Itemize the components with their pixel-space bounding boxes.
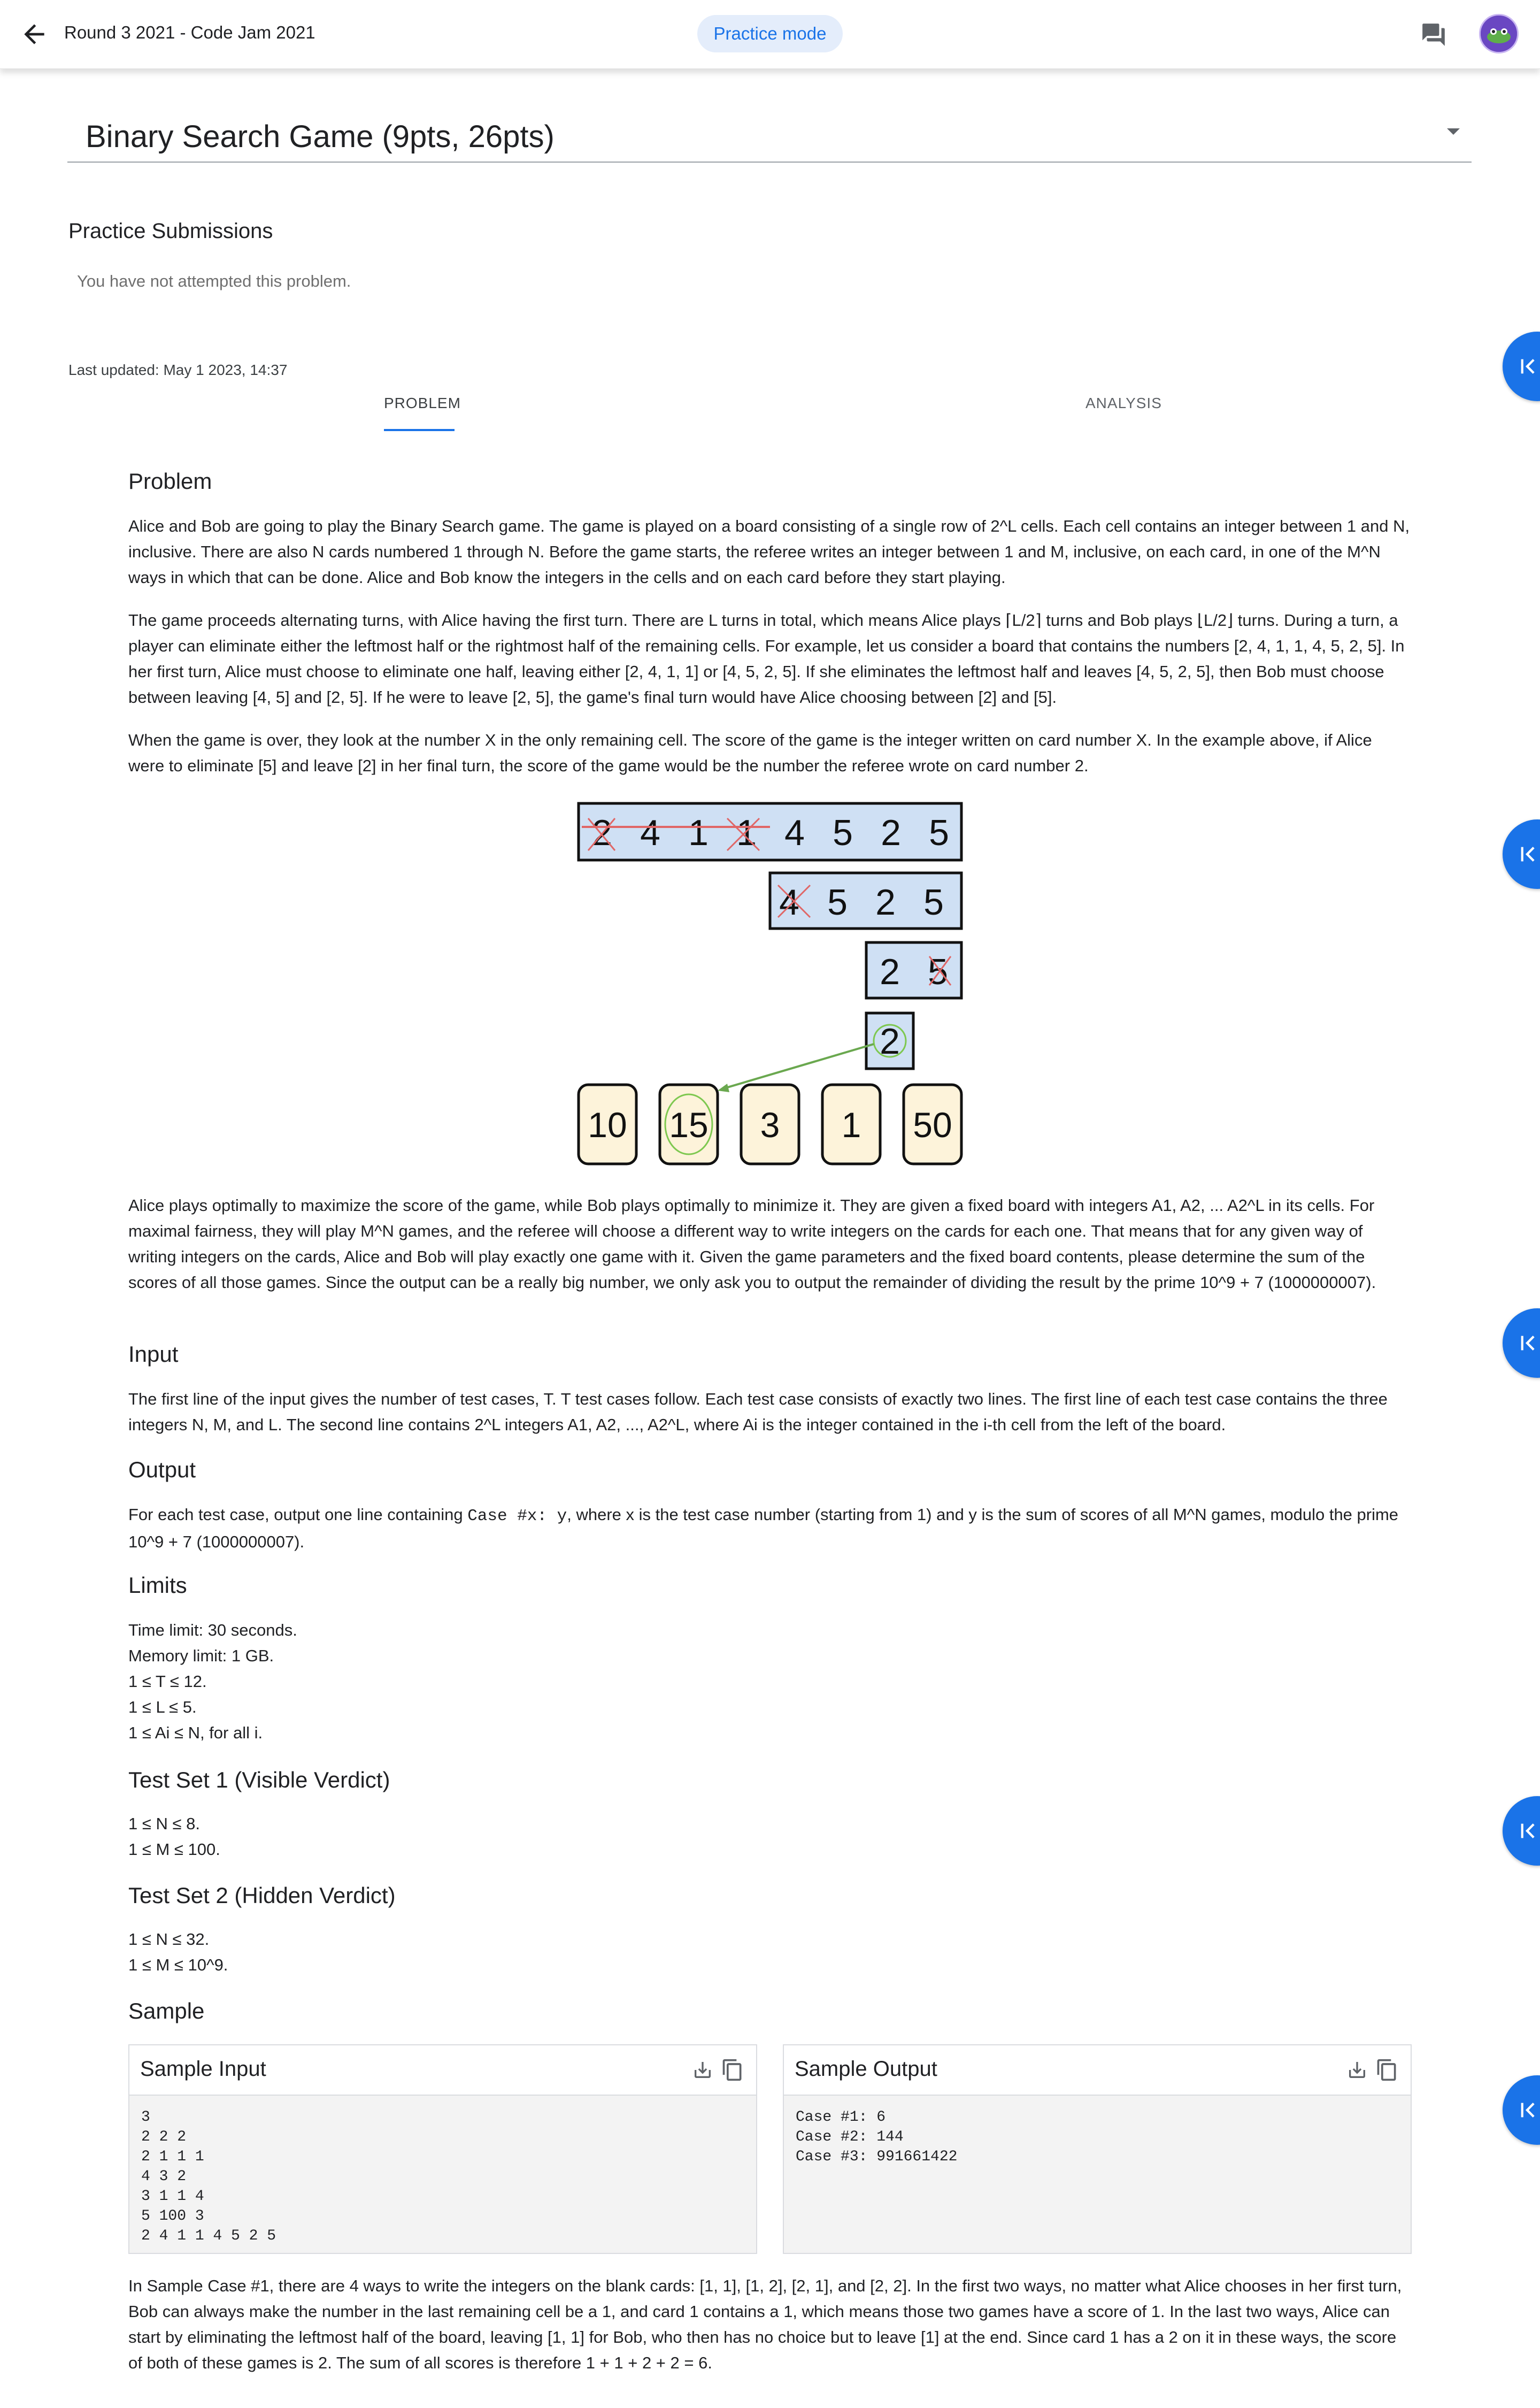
- last-updated: Last updated: May 1 2023, 14:37: [68, 362, 288, 378]
- side-panel-toggle-button[interactable]: [1503, 1308, 1540, 1378]
- card-value: 15: [669, 1105, 708, 1145]
- test-set-2-heading: Test Set 2 (Hidden Verdict): [128, 1883, 396, 1908]
- back-button[interactable]: [19, 19, 49, 49]
- app-title: Round 3 2021 - Code Jam 2021: [64, 22, 315, 42]
- card-arrow: [721, 1043, 874, 1090]
- avatar[interactable]: [1479, 14, 1519, 53]
- tab-analysis[interactable]: ANALYSIS: [1085, 395, 1162, 412]
- board-cell-value: 5: [827, 882, 848, 923]
- limits-heading: Limits: [128, 1573, 187, 1598]
- download-icon[interactable]: [692, 2059, 713, 2081]
- limit-line: Memory limit: 1 GB.: [128, 1646, 274, 1665]
- copy-icon[interactable]: [1375, 2058, 1399, 2082]
- card-arrow-head: [718, 1084, 729, 1092]
- tab-problem[interactable]: PROBLEM: [384, 395, 461, 412]
- sample-input-box: Sample Input 3 2 2 2 2 1 1 1 4 3 2 3 1 1…: [128, 2044, 757, 2254]
- download-icon[interactable]: [1346, 2059, 1368, 2081]
- avatar-image-icon: [1481, 16, 1517, 52]
- test-set-2-line: 1 ≤ M ≤ 10^9.: [128, 1955, 228, 1974]
- first-page-icon: [1521, 2103, 1535, 2118]
- card-value: 50: [913, 1105, 952, 1145]
- sample-output-box: Sample Output Case #1: 6 Case #2: 144 Ca…: [783, 2044, 1412, 2254]
- output-heading: Output: [128, 1457, 196, 1482]
- output-text: For each test case, output one line cont…: [128, 1502, 1412, 1555]
- board-cell-value: 4: [640, 812, 660, 853]
- board-cell-value: 5: [833, 812, 853, 853]
- board-row-full: [577, 802, 963, 862]
- input-text: The first line of the input gives the nu…: [128, 1390, 1388, 1434]
- problem-heading: Problem: [128, 469, 212, 494]
- test-set-1-heading: Test Set 1 (Visible Verdict): [128, 1767, 390, 1792]
- limit-line: 1 ≤ T ≤ 12.: [128, 1672, 207, 1691]
- dropdown-arrow-icon: [1447, 128, 1460, 135]
- problem-select[interactable]: Binary Search Game (9pts, 26pts): [67, 112, 1472, 163]
- sample-heading: Sample: [128, 1998, 205, 2023]
- sample-input-header: Sample Input: [129, 2045, 756, 2096]
- first-page-icon: [1521, 359, 1535, 374]
- test-set-1-line: 1 ≤ N ≤ 8.: [128, 1814, 200, 1833]
- first-page-icon: [1521, 1823, 1535, 1838]
- output-code: Case #x: y: [467, 1507, 567, 1525]
- board-diagram: 24114525 4525 25 2 10153150: [577, 802, 963, 1165]
- sample-output-text: Case #1: 6 Case #2: 144 Case #3: 9916614…: [796, 2109, 958, 2165]
- board-cell-value: 2: [881, 812, 901, 853]
- practice-mode-chip[interactable]: Practice mode: [697, 15, 843, 52]
- limit-line: 1 ≤ Ai ≤ N, for all i.: [128, 1723, 263, 1742]
- card-value: 3: [760, 1105, 780, 1145]
- problem-select-value: Binary Search Game (9pts, 26pts): [86, 119, 555, 154]
- output-text-a: For each test case, output one line cont…: [128, 1505, 468, 1524]
- tab-active-indicator: [384, 429, 455, 431]
- limit-line: Time limit: 30 seconds.: [128, 1621, 297, 1639]
- board-cell-value: 4: [779, 882, 799, 923]
- test-set-2-line: 1 ≤ N ≤ 32.: [128, 1930, 210, 1949]
- card-value: 10: [588, 1105, 627, 1145]
- side-panel-toggle-button[interactable]: [1503, 332, 1540, 401]
- sample-output-label: Sample Output: [795, 2057, 937, 2081]
- problem-paragraph-1: Alice and Bob are going to play the Bina…: [128, 517, 1410, 587]
- chat-icon: [1422, 24, 1445, 46]
- board-cell-value: 5: [929, 812, 949, 853]
- practice-submissions-heading: Practice Submissions: [68, 219, 273, 243]
- board-cell-value: 2: [880, 952, 900, 992]
- sample-input-text: 3 2 2 2 2 1 1 1 4 3 2 3 1 1 4 5 100 3 2 …: [141, 2109, 276, 2244]
- sample-explanation: In Sample Case #1, there are 4 ways to w…: [128, 2276, 1402, 2372]
- board-cell-value: 2: [875, 882, 896, 923]
- copy-icon[interactable]: [721, 2058, 744, 2082]
- board-cell-value: 4: [784, 812, 805, 853]
- input-heading: Input: [128, 1341, 179, 1367]
- board-cell-value: 5: [923, 882, 944, 923]
- problem-paragraph-4: Alice plays optimally to maximize the sc…: [128, 1196, 1376, 1292]
- board-cell-value: 1: [688, 812, 709, 853]
- side-panel-toggle-button[interactable]: [1503, 819, 1540, 889]
- arrow-back-icon: [24, 24, 44, 44]
- problem-paragraph-2: The game proceeds alternating turns, wit…: [128, 611, 1405, 707]
- chat-button[interactable]: [1420, 21, 1447, 48]
- top-app-bar: Round 3 2021 - Code Jam 2021 Practice mo…: [0, 0, 1540, 69]
- sample-output-header: Sample Output: [784, 2045, 1411, 2096]
- side-panel-toggle-button[interactable]: [1503, 2075, 1540, 2145]
- limit-line: 1 ≤ L ≤ 5.: [128, 1698, 197, 1716]
- first-page-icon: [1521, 847, 1535, 862]
- problem-paragraph-3: When the game is over, they look at the …: [128, 731, 1372, 775]
- sample-input-label: Sample Input: [140, 2057, 266, 2081]
- submissions-empty-text: You have not attempted this problem.: [77, 272, 351, 290]
- card-value: 1: [842, 1105, 861, 1145]
- board-cell-value: 1: [736, 812, 757, 853]
- side-panel-toggle-button[interactable]: [1503, 1796, 1540, 1866]
- first-page-icon: [1521, 1336, 1535, 1351]
- test-set-1-line: 1 ≤ M ≤ 100.: [128, 1840, 220, 1859]
